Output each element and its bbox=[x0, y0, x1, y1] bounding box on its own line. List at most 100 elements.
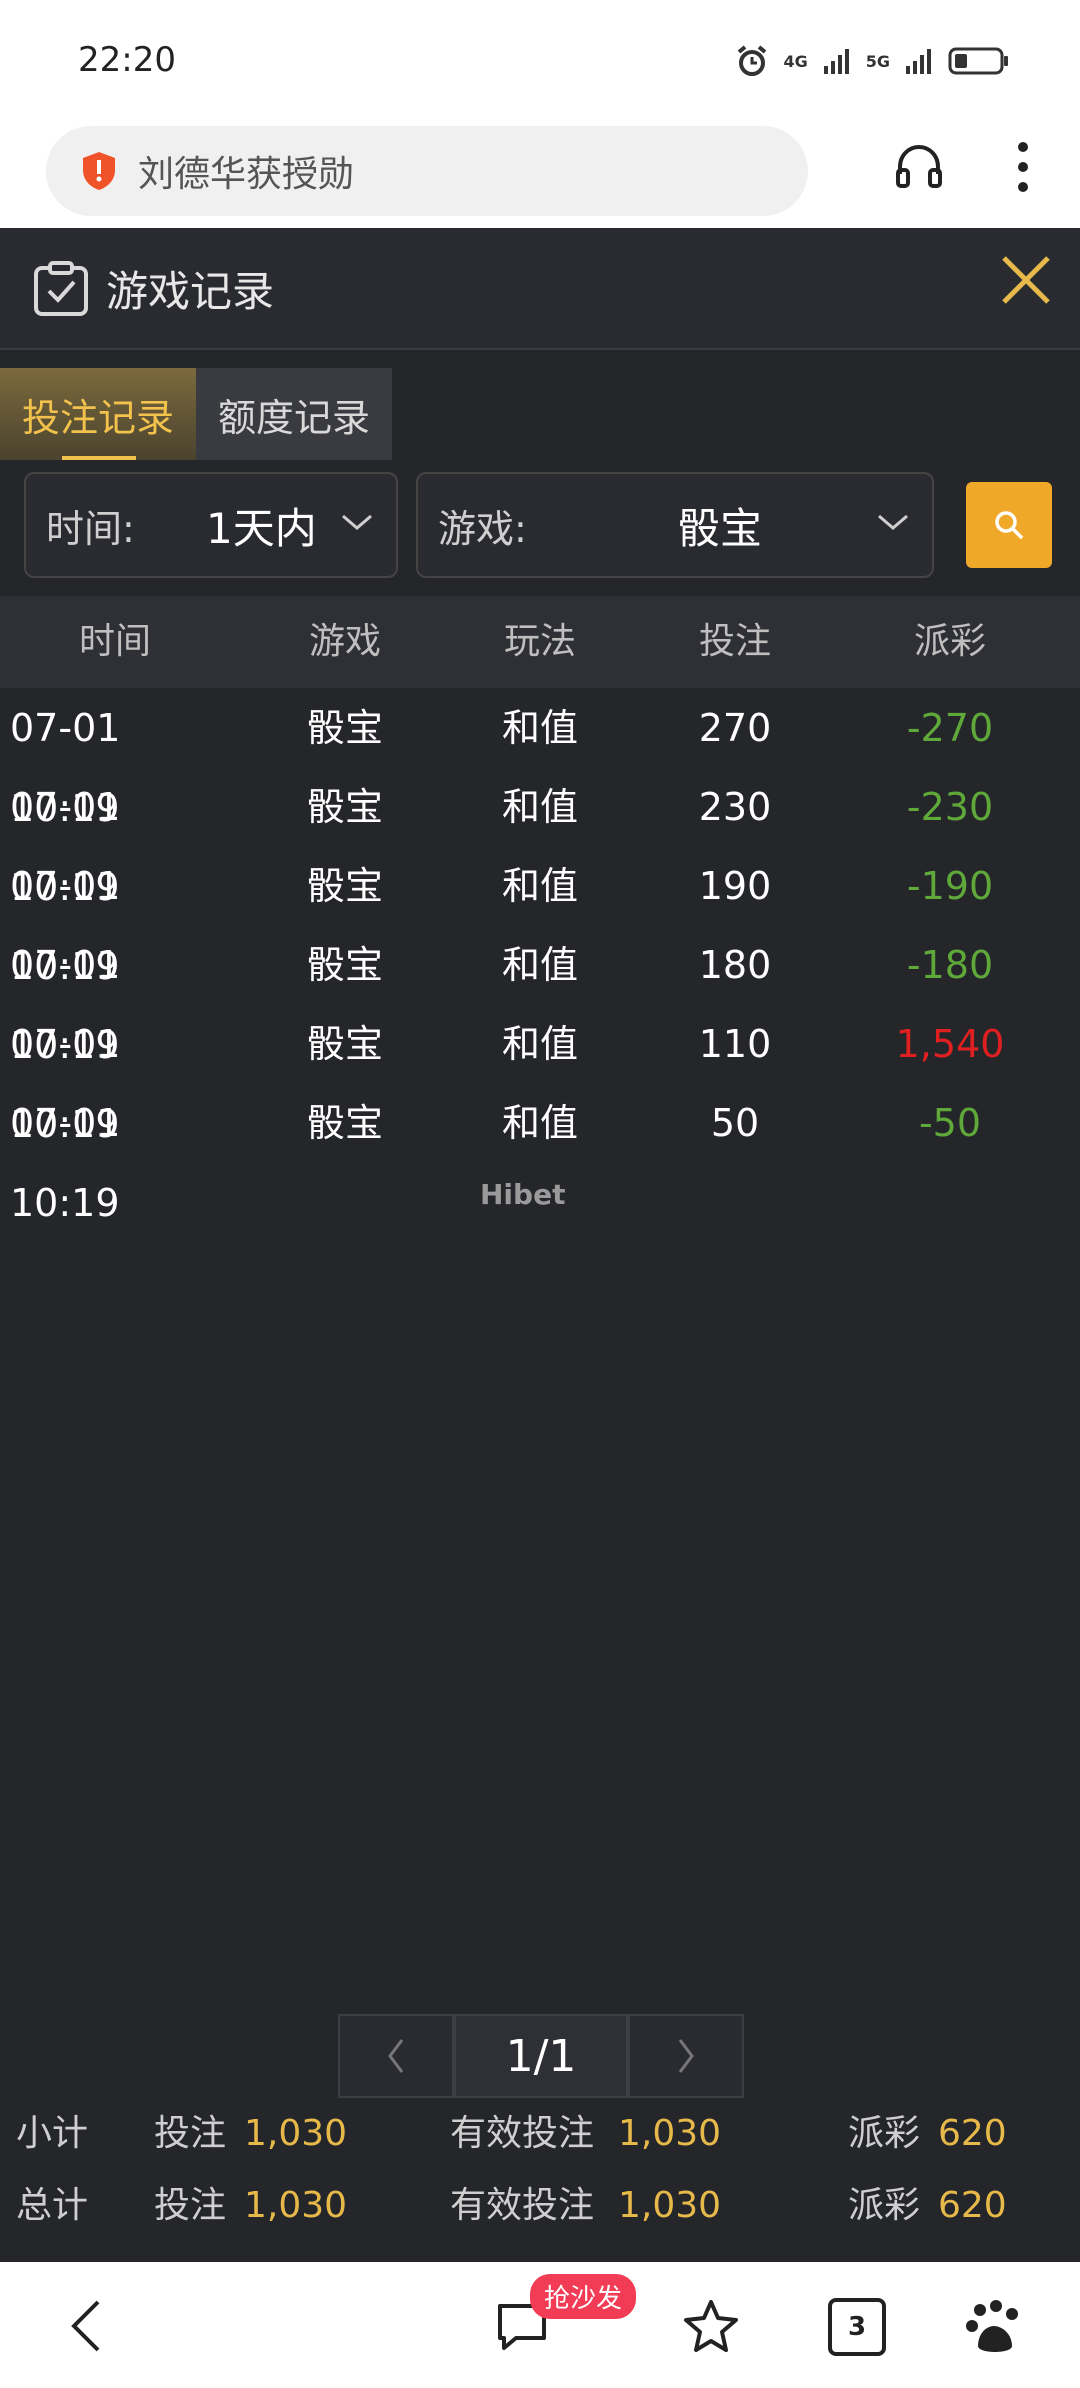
prev-page-button[interactable] bbox=[338, 2014, 454, 2098]
table-row: 07-01 10:19 骰宝 和值 230 -230 bbox=[0, 767, 1080, 909]
status-bar: 22:20 4G 5G bbox=[0, 0, 1080, 118]
cell-bet: 270 bbox=[698, 706, 772, 750]
total-valid-value: 1,030 bbox=[618, 2185, 722, 2226]
subtotal-valid-value: 1,030 bbox=[618, 2113, 722, 2154]
column-header-game: 游戏 bbox=[308, 621, 381, 662]
watermark-logo: Hibet bbox=[480, 1178, 566, 1211]
browser-url-bar: 刘德华获授勋 bbox=[0, 118, 1080, 228]
cell-payout: -180 bbox=[906, 943, 994, 987]
browser-bottom-bar: 抢沙发 3 bbox=[0, 2262, 1080, 2388]
status-icons: 4G 5G bbox=[735, 44, 1010, 78]
chevron-left-icon bbox=[388, 2039, 404, 2073]
time-filter-select[interactable]: 时间: 1天内 bbox=[24, 472, 398, 578]
close-icon[interactable] bbox=[994, 248, 1058, 312]
chevron-right-icon bbox=[678, 2039, 694, 2073]
cell-play: 和值 bbox=[501, 1022, 578, 1066]
subtotal-bet-value: 1,030 bbox=[244, 2113, 348, 2154]
cell-time: 07-01 10:19 bbox=[10, 1101, 121, 1225]
subtotal-payout-value: 620 bbox=[938, 2113, 1007, 2154]
table-row: 07-01 10:19 骰宝 和值 110 1,540 bbox=[0, 1004, 1080, 1146]
total-bet-value: 1,030 bbox=[244, 2185, 348, 2226]
search-box[interactable]: 刘德华获授勋 bbox=[46, 126, 808, 216]
cell-game: 骰宝 bbox=[306, 1101, 383, 1145]
signal-icon bbox=[823, 49, 849, 74]
tab-credit-records[interactable]: 额度记录 bbox=[196, 368, 392, 460]
table-header: 时间 游戏 玩法 投注 派彩 bbox=[0, 596, 1080, 688]
total-bet-label: 投注 bbox=[154, 2185, 227, 2226]
cell-bet: 190 bbox=[698, 864, 772, 908]
subtotal-valid-label: 有效投注 bbox=[450, 2113, 595, 2154]
status-time: 22:20 bbox=[78, 40, 176, 80]
url-actions bbox=[892, 140, 1030, 194]
total-row: 总计 投注 1,030 有效投注 1,030 派彩 620 bbox=[0, 2170, 1080, 2242]
tabs-count-button[interactable]: 3 bbox=[828, 2298, 886, 2356]
alarm-icon bbox=[738, 45, 767, 76]
game-records-panel: 游戏记录 投注记录 额度记录 时间: 1天内 游戏: 骰宝 时间 游戏 玩法 投… bbox=[0, 228, 1080, 2262]
game-filter-label: 游戏: bbox=[438, 506, 527, 551]
cell-payout: 1,540 bbox=[895, 1022, 1005, 1066]
cell-play: 和值 bbox=[501, 864, 578, 908]
cell-payout: -230 bbox=[906, 785, 994, 829]
search-button[interactable] bbox=[966, 482, 1052, 568]
cell-bet: 230 bbox=[698, 785, 772, 829]
time-filter-value: 1天内 bbox=[206, 503, 317, 553]
cell-game: 骰宝 bbox=[306, 943, 383, 987]
subtotal-bet-label: 投注 bbox=[154, 2113, 227, 2154]
cell-game: 骰宝 bbox=[306, 1022, 383, 1066]
panel-title: 游戏记录 bbox=[106, 267, 275, 316]
comment-badge: 抢沙发 bbox=[530, 2274, 637, 2319]
total-valid-label: 有效投注 bbox=[450, 2185, 595, 2226]
clipboard-check-icon bbox=[34, 261, 88, 316]
cell-play: 和值 bbox=[501, 943, 578, 987]
subtotal-payout-label: 派彩 bbox=[848, 2113, 921, 2154]
cell-bet: 50 bbox=[710, 1101, 760, 1145]
headphones-icon[interactable] bbox=[892, 140, 946, 194]
network-4g-label: 4G bbox=[783, 51, 808, 71]
cell-payout: -190 bbox=[906, 864, 994, 908]
total-label: 总计 bbox=[16, 2185, 89, 2226]
star-icon[interactable] bbox=[682, 2298, 740, 2354]
cell-play: 和值 bbox=[501, 785, 578, 829]
table-row: 07-01 10:19 骰宝 和值 270 -270 bbox=[0, 688, 1080, 830]
pagination: 1/1 bbox=[338, 2014, 744, 2098]
next-page-button[interactable] bbox=[628, 2014, 744, 2098]
game-filter-select[interactable]: 游戏: 骰宝 bbox=[416, 472, 934, 578]
table-row: 07-01 10:19 骰宝 和值 190 -190 bbox=[0, 846, 1080, 988]
record-tabs: 投注记录 额度记录 bbox=[0, 368, 392, 460]
panel-header: 游戏记录 bbox=[0, 228, 1080, 350]
game-filter-value: 骰宝 bbox=[678, 503, 763, 553]
cell-game: 骰宝 bbox=[306, 706, 383, 750]
page-indicator: 1/1 bbox=[454, 2014, 628, 2098]
cell-play: 和值 bbox=[501, 1101, 578, 1145]
tab-bet-records[interactable]: 投注记录 bbox=[0, 368, 196, 460]
baidu-paw-icon[interactable] bbox=[964, 2298, 1024, 2358]
battery-icon bbox=[948, 47, 1008, 75]
shield-icon bbox=[83, 152, 115, 190]
cell-play: 和值 bbox=[501, 706, 578, 750]
chevron-down-icon bbox=[878, 514, 908, 530]
column-header-time: 时间 bbox=[78, 621, 151, 662]
back-icon[interactable] bbox=[66, 2298, 106, 2354]
cell-game: 骰宝 bbox=[306, 785, 383, 829]
signal-icon-2 bbox=[906, 49, 931, 74]
subtotal-label: 小计 bbox=[16, 2113, 89, 2154]
total-payout-value: 620 bbox=[938, 2185, 1007, 2226]
cell-payout: -50 bbox=[918, 1101, 982, 1145]
cell-game: 骰宝 bbox=[306, 864, 383, 908]
chevron-down-icon bbox=[342, 514, 372, 530]
column-header-bet: 投注 bbox=[698, 621, 771, 662]
total-payout-label: 派彩 bbox=[848, 2185, 921, 2226]
table-row: 07-01 10:19 骰宝 和值 50 -50 bbox=[0, 1083, 1080, 1225]
filters-row: 时间: 1天内 游戏: 骰宝 bbox=[0, 472, 1080, 582]
cell-bet: 110 bbox=[698, 1022, 772, 1066]
column-header-payout: 派彩 bbox=[913, 621, 986, 662]
search-query-text: 刘德华获授勋 bbox=[138, 154, 355, 195]
time-filter-label: 时间: bbox=[46, 506, 135, 551]
network-5g-label: 5G bbox=[865, 51, 890, 71]
column-header-play: 玩法 bbox=[503, 621, 576, 662]
subtotal-row: 小计 投注 1,030 有效投注 1,030 派彩 620 bbox=[0, 2098, 1080, 2170]
search-icon bbox=[995, 511, 1024, 540]
more-menu-icon[interactable] bbox=[1016, 140, 1030, 194]
cell-bet: 180 bbox=[698, 943, 772, 987]
cell-payout: -270 bbox=[906, 706, 994, 750]
